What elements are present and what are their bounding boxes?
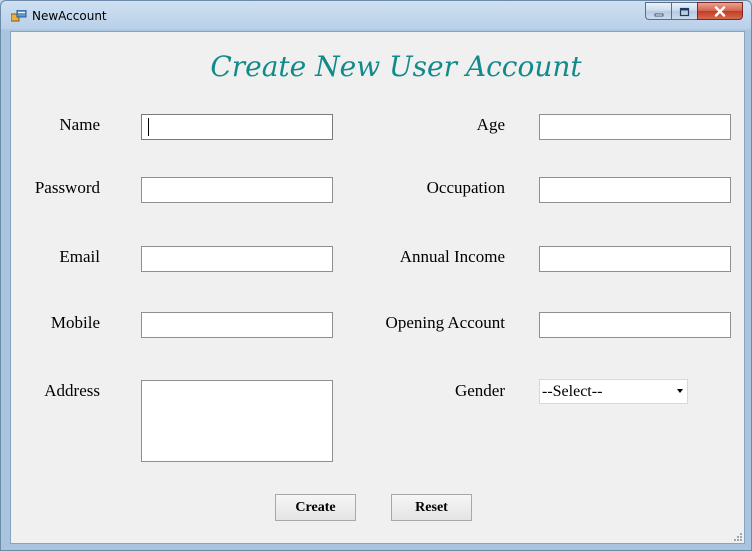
mobile-label: Mobile	[50, 313, 100, 332]
window-controls	[645, 2, 743, 21]
address-textarea[interactable]	[141, 380, 333, 462]
app-window-icon	[10, 9, 27, 23]
name-label: Name	[59, 115, 100, 134]
occupation-label: Occupation	[426, 178, 505, 197]
reset-button[interactable]: Reset	[391, 494, 472, 521]
email-input[interactable]	[141, 246, 333, 272]
password-label: Password	[34, 178, 100, 197]
opening-account-input[interactable]	[539, 312, 731, 338]
minimize-icon	[654, 2, 664, 21]
text-caret	[148, 118, 149, 136]
occupation-input[interactable]	[539, 177, 731, 203]
maximize-icon	[679, 2, 690, 21]
gender-selected-value: --Select--	[542, 383, 603, 400]
gender-select[interactable]: --Select--	[539, 379, 688, 404]
email-label: Email	[59, 247, 100, 266]
mobile-input[interactable]	[141, 312, 333, 338]
gender-label: Gender	[454, 381, 505, 400]
close-icon	[714, 2, 726, 21]
maximize-button[interactable]	[671, 2, 697, 20]
annual-income-input[interactable]	[539, 246, 731, 272]
annual-income-label: Annual Income	[399, 247, 505, 266]
name-input[interactable]	[141, 114, 333, 140]
opening-account-label: Opening Account	[385, 313, 505, 332]
form-heading: Create New User Account	[210, 50, 582, 83]
chevron-down-icon[interactable]	[677, 389, 683, 393]
create-button[interactable]: Create	[275, 494, 356, 521]
resize-grip-icon[interactable]	[732, 531, 742, 541]
close-button[interactable]	[697, 2, 743, 20]
age-input[interactable]	[539, 114, 731, 140]
address-label: Address	[44, 381, 100, 400]
password-input[interactable]	[141, 177, 333, 203]
form-panel	[10, 31, 745, 544]
age-label: Age	[476, 115, 505, 134]
title-bar[interactable]: NewAccount	[1, 1, 751, 31]
window-title: NewAccount	[32, 9, 107, 23]
minimize-button[interactable]	[645, 2, 671, 20]
